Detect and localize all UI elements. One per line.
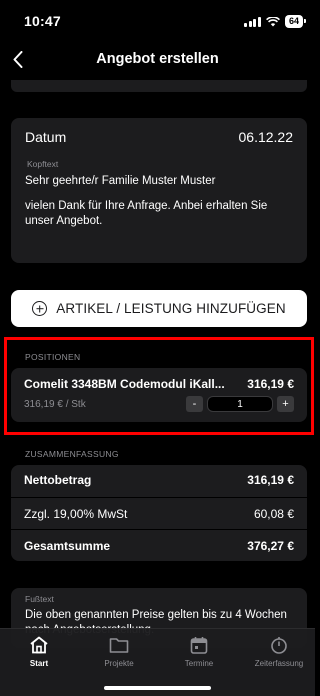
- positions-section-label: POSITIONEN: [25, 352, 81, 362]
- divider: [11, 529, 307, 530]
- tab-projekte[interactable]: Projekte: [84, 636, 154, 668]
- tab-termine[interactable]: Termine: [164, 636, 234, 668]
- total-value: 376,27 €: [247, 539, 294, 553]
- status-icons: 64: [244, 15, 307, 28]
- kopftext-label: Kopftext: [27, 159, 59, 169]
- kopftext-body[interactable]: vielen Dank für Ihre Anfrage. Anbei erha…: [25, 199, 297, 229]
- increment-button[interactable]: +: [277, 396, 294, 412]
- status-bar: 10:47 64: [0, 0, 315, 40]
- nav-bar: Angebot erstellen: [0, 40, 315, 78]
- quantity-stepper: - +: [186, 396, 294, 412]
- tax-row: Zzgl. 19,00% MwSt 60,08 €: [24, 507, 294, 521]
- add-item-label: ARTIKEL / LEISTUNG HINZUFÜGEN: [56, 301, 286, 316]
- tab-zeiterfassung[interactable]: Zeiterfassung: [244, 636, 314, 668]
- header-card[interactable]: Datum 06.12.22 Kopftext Sehr geehrte/r F…: [11, 118, 307, 263]
- previous-card-edge: [11, 80, 307, 92]
- tab-label: Zeiterfassung: [254, 659, 304, 668]
- home-icon: [30, 636, 48, 654]
- date-value: 06.12.22: [238, 129, 294, 145]
- tab-label: Termine: [184, 659, 214, 668]
- page-title: Angebot erstellen: [96, 51, 219, 67]
- status-time: 10:47: [24, 13, 61, 29]
- date-row[interactable]: Datum 06.12.22: [25, 129, 293, 145]
- position-price: 316,19 €: [247, 377, 294, 391]
- screen: 10:47 64 Angebot erstellen Datum 06.12.2…: [0, 0, 315, 696]
- net-value: 316,19 €: [247, 473, 294, 487]
- tab-start[interactable]: Start: [4, 636, 74, 668]
- wifi-icon: [266, 16, 280, 27]
- tab-label: Start: [29, 659, 49, 668]
- summary-section-label: ZUSAMMENFASSUNG: [25, 449, 119, 459]
- total-label: Gesamtsumme: [24, 539, 111, 553]
- net-label: Nettobetrag: [24, 473, 92, 487]
- divider: [11, 497, 307, 498]
- position-unit-price: 316,19 € / Stk: [24, 399, 86, 410]
- summary-card: Nettobetrag 316,19 € Zzgl. 19,00% MwSt 6…: [11, 465, 307, 561]
- home-indicator: [104, 686, 211, 690]
- net-row: Nettobetrag 316,19 €: [24, 473, 294, 487]
- tax-label: Zzgl. 19,00% MwSt: [24, 507, 128, 521]
- tab-label: Projekte: [104, 659, 134, 668]
- position-item[interactable]: Comelit 3348BM Codemodul iKall... 316,19…: [11, 368, 307, 422]
- calendar-icon: [190, 637, 208, 654]
- signal-icon: [244, 16, 261, 27]
- plus-circle-icon: [32, 301, 48, 316]
- battery-icon: 64: [284, 15, 307, 28]
- date-label: Datum: [25, 129, 67, 145]
- add-item-button[interactable]: ARTIKEL / LEISTUNG HINZUFÜGEN: [11, 290, 307, 327]
- total-row: Gesamtsumme 376,27 €: [24, 539, 294, 553]
- kopftext-greeting[interactable]: Sehr geehrte/r Familie Muster Muster: [25, 174, 215, 189]
- quantity-field[interactable]: [207, 396, 273, 412]
- tab-bar: Start Projekte Termine Zeiterfassung: [0, 628, 315, 696]
- fusstext-label: Fußtext: [25, 594, 54, 604]
- folder-icon: [109, 638, 129, 653]
- decrement-button[interactable]: -: [186, 396, 203, 412]
- position-title: Comelit 3348BM Codemodul iKall...: [24, 377, 225, 391]
- tax-value: 60,08 €: [253, 507, 294, 521]
- timer-icon: [271, 637, 287, 654]
